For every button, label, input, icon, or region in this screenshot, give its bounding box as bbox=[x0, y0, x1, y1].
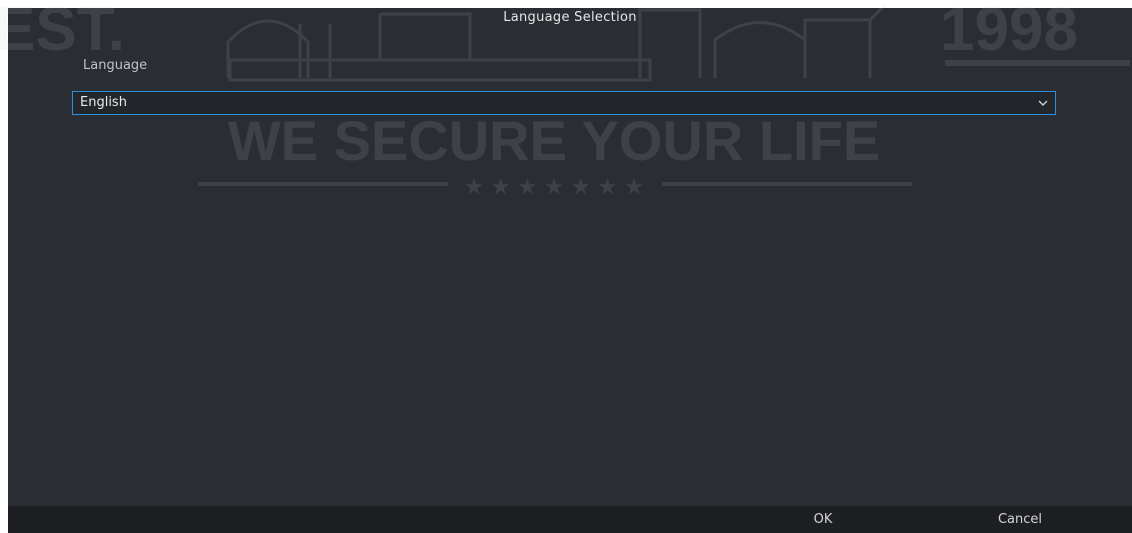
chevron-down-icon bbox=[1038, 100, 1048, 106]
dialog-title: Language Selection bbox=[503, 10, 637, 25]
language-select-value: English bbox=[80, 95, 127, 110]
ok-button[interactable]: OK bbox=[743, 506, 903, 533]
screen: Language Selection Language English OK C… bbox=[0, 0, 1132, 533]
dialog-footer: OK Cancel bbox=[8, 506, 1132, 533]
language-selection-dialog: Language Selection Language English OK C… bbox=[8, 8, 1132, 533]
cancel-button[interactable]: Cancel bbox=[940, 506, 1100, 533]
language-select[interactable]: English bbox=[72, 91, 1056, 115]
language-label: Language bbox=[83, 58, 148, 73]
